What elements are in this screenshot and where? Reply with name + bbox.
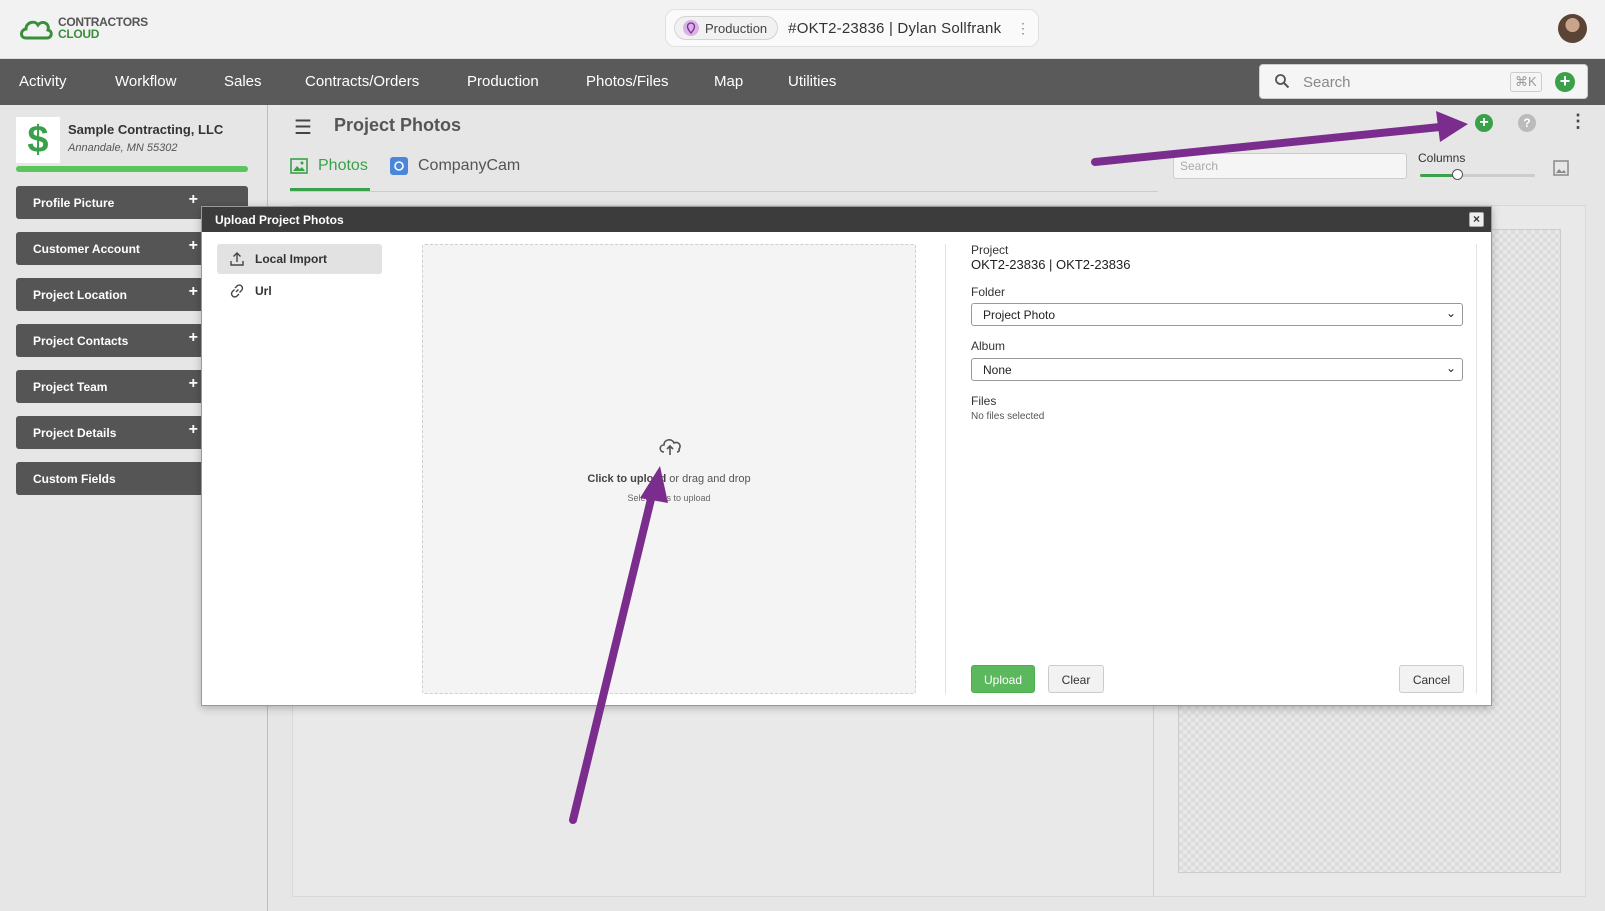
main-header: ☰ Project Photos + ? ⋮ Photos CompanyCam…: [268, 105, 1605, 195]
quick-add-icon[interactable]: +: [1555, 72, 1575, 92]
nav-item-contracts-orders[interactable]: Contracts/Orders: [305, 73, 419, 90]
project-value: OKT2-23836 | OKT2-23836: [971, 257, 1131, 272]
more-options-icon[interactable]: ⋮: [1569, 111, 1587, 132]
nav-item-activity[interactable]: Activity: [19, 73, 67, 90]
cloud-logo-icon: [20, 20, 53, 40]
folder-select-value: Project Photo: [983, 308, 1056, 322]
company-location: Annandale, MN 55302: [68, 142, 178, 154]
search-shortcut: ⌘K: [1510, 72, 1542, 92]
add-icon[interactable]: +: [189, 329, 198, 347]
album-label: Album: [971, 339, 1006, 353]
dialog-titlebar: Upload Project Photos ×: [202, 207, 1491, 232]
location-pin-icon: [683, 20, 699, 36]
nav-item-production[interactable]: Production: [467, 73, 539, 90]
sidebar-item-label: Project Team: [33, 380, 108, 394]
sidebar-item-label: Project Contacts: [33, 334, 129, 348]
file-dropzone[interactable]: Click to upload or drag and drop Select …: [422, 244, 916, 694]
project-menu-icon[interactable]: ⋮: [1016, 20, 1030, 37]
dropzone-instructions: Click to upload or drag and drop: [423, 473, 915, 485]
menu-icon[interactable]: ☰: [294, 115, 312, 140]
files-status: No files selected: [971, 411, 1045, 422]
main-nav: Activity Workflow Sales Contracts/Orders…: [0, 59, 1605, 105]
user-avatar[interactable]: [1558, 14, 1587, 43]
tab-divider: [290, 191, 1158, 192]
click-to-upload-link[interactable]: Click to upload: [587, 473, 666, 485]
search-icon: [1275, 74, 1290, 89]
companycam-icon: [390, 157, 408, 175]
album-select[interactable]: None ⌄: [971, 358, 1463, 381]
company-card: $ Sample Contracting, LLC Annandale, MN …: [16, 117, 248, 163]
gallery-view-icon[interactable]: [1553, 160, 1569, 176]
stage-badge-label: Production: [705, 20, 768, 36]
brand-logo[interactable]: CONTRACTORS CLOUD: [18, 14, 148, 42]
nav-item-map[interactable]: Map: [714, 73, 743, 90]
brand-line-2: CLOUD: [58, 27, 100, 41]
stage-badge[interactable]: Production: [674, 16, 779, 40]
nav-item-workflow[interactable]: Workflow: [115, 73, 176, 90]
chevron-down-icon: ⌄: [1445, 306, 1456, 320]
source-url[interactable]: Url: [217, 276, 382, 306]
dollar-icon: $: [16, 117, 60, 163]
top-bar: CONTRACTORS CLOUD Production #OKT2-23836…: [0, 0, 1605, 59]
form-divider: [945, 244, 946, 694]
link-icon: [230, 284, 244, 298]
tab-label: Photos: [318, 157, 368, 174]
add-photo-icon[interactable]: +: [1475, 114, 1493, 132]
sidebar-item-label: Custom Fields: [33, 472, 116, 486]
sidebar-item-label: Profile Picture: [33, 196, 115, 210]
page-title: Project Photos: [334, 115, 462, 135]
chevron-down-icon: ⌄: [1445, 361, 1456, 375]
folder-select[interactable]: Project Photo ⌄: [971, 303, 1463, 326]
dropzone-subtext: Select files to upload: [627, 493, 711, 503]
add-icon[interactable]: +: [189, 375, 198, 393]
dialog-title: Upload Project Photos: [215, 213, 344, 227]
columns-slider-handle[interactable]: [1451, 169, 1463, 180]
help-icon[interactable]: ?: [1518, 114, 1536, 132]
add-icon[interactable]: +: [189, 283, 198, 301]
form-divider: [1476, 244, 1477, 694]
image-icon: [290, 158, 308, 174]
global-search[interactable]: Search ⌘K +: [1259, 64, 1588, 99]
company-name: Sample Contracting, LLC: [68, 122, 224, 137]
clear-button[interactable]: Clear: [1048, 665, 1104, 693]
project-progress-bar: [16, 166, 248, 172]
sidebar-item-label: Customer Account: [33, 242, 140, 256]
cloud-upload-icon: [659, 439, 681, 455]
tab-label: CompanyCam: [418, 157, 521, 174]
upload-photos-dialog: Upload Project Photos × Local Import Url…: [201, 206, 1492, 706]
progress-fill: [16, 166, 248, 172]
source-local-import[interactable]: Local Import: [217, 244, 382, 274]
columns-slider[interactable]: [1420, 169, 1535, 180]
upload-icon: [230, 252, 244, 266]
files-label: Files: [971, 394, 997, 408]
folder-label: Folder: [971, 285, 1006, 299]
project-label: Project: [971, 243, 1009, 257]
sidebar-item-label: Project Details: [33, 426, 117, 440]
project-switcher[interactable]: Production #OKT2-23836 | Dylan Sollfrank…: [665, 9, 1039, 47]
project-title: #OKT2-23836 | Dylan Sollfrank: [788, 19, 1002, 37]
source-label: Url: [255, 284, 272, 298]
drag-drop-text: or drag and drop: [666, 473, 751, 485]
add-icon[interactable]: +: [189, 191, 198, 209]
close-icon[interactable]: ×: [1469, 212, 1484, 227]
global-search-input[interactable]: Search: [1303, 74, 1351, 91]
nav-item-sales[interactable]: Sales: [224, 73, 262, 90]
tab-companycam[interactable]: CompanyCam: [390, 157, 520, 175]
tab-photos[interactable]: Photos: [290, 157, 368, 175]
nav-item-utilities[interactable]: Utilities: [788, 73, 836, 90]
nav-item-photos-files[interactable]: Photos/Files: [586, 73, 669, 90]
add-icon[interactable]: +: [189, 421, 198, 439]
cancel-button[interactable]: Cancel: [1399, 665, 1464, 693]
columns-label: Columns: [1418, 151, 1466, 165]
sidebar-item-label: Project Location: [33, 288, 128, 302]
add-icon[interactable]: +: [189, 237, 198, 255]
upload-button[interactable]: Upload: [971, 665, 1035, 693]
album-select-value: None: [983, 363, 1012, 377]
photo-search-input[interactable]: Search: [1173, 153, 1407, 179]
source-label: Local Import: [255, 252, 328, 266]
